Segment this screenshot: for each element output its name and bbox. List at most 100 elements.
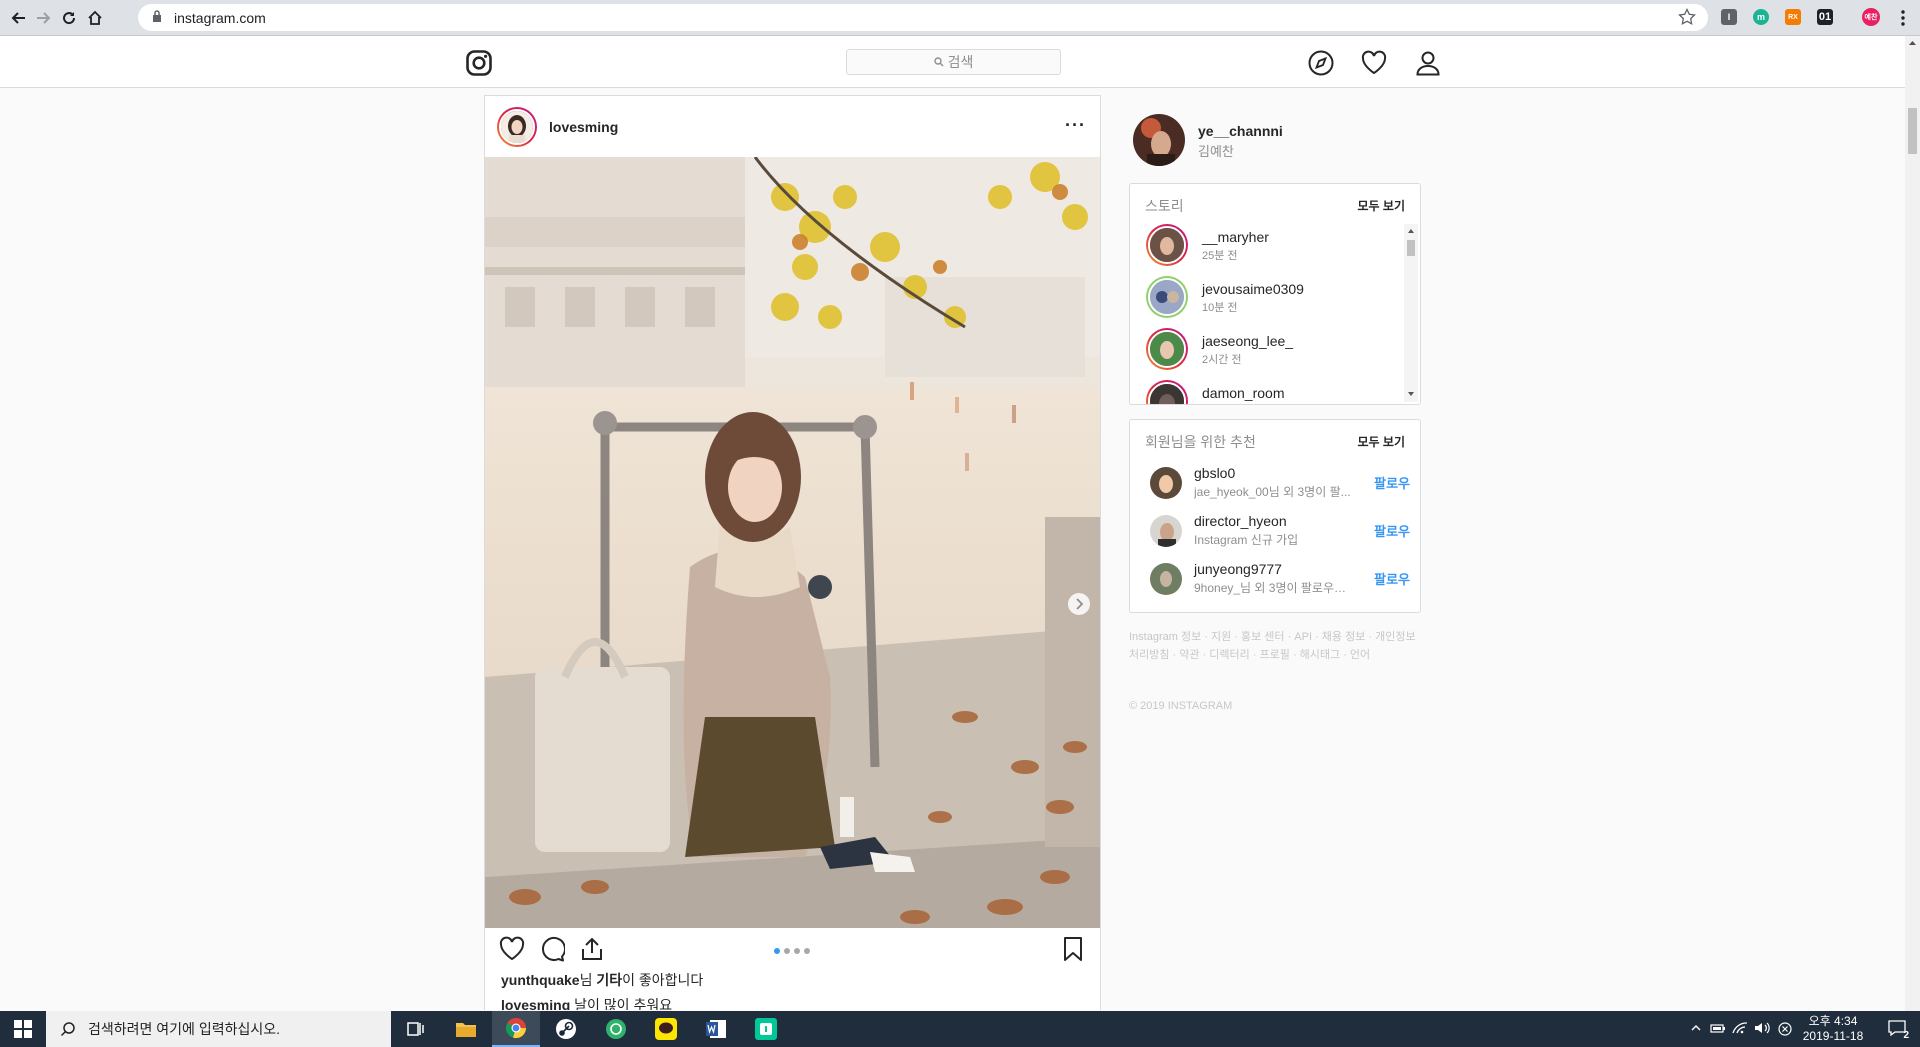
story-avatar [1146,380,1188,404]
story-avatar [1146,328,1188,370]
chevron-up-icon[interactable] [1690,1022,1702,1034]
back-button[interactable] [8,7,30,29]
post-author-username[interactable]: lovesming [549,119,618,135]
suggestion-item: gbslo0 jae_hyeok_00님 외 3명이 팔... 팔로우 [1150,465,1410,501]
battery-icon[interactable] [1710,1022,1726,1034]
search-placeholder: 검색 [947,54,974,70]
wifi-icon[interactable] [1732,1021,1748,1035]
story-time: 2시간 전 [1202,354,1242,366]
caption-text: 날이 많이 추워요 [570,997,673,1010]
likes-summary: yunthquake님 기타이 좋아합니다 [501,970,703,990]
browser-menu-button[interactable] [1892,7,1914,29]
carousel-dot [794,948,800,954]
notification-count: 2 [1903,1030,1909,1041]
caption-username[interactable]: lovesming [501,997,570,1010]
line-app-icon[interactable] [742,1011,790,1047]
story-time: 25분 전 [1202,250,1238,262]
profile-avatar-icon[interactable]: 예찬 [1862,8,1880,26]
more-options-icon[interactable]: ··· [1065,115,1086,136]
likes-tail-text: 이 좋아합니다 [622,972,704,988]
like-heart-icon[interactable] [499,936,525,962]
feed-post: lovesming ··· yunthquake님 기타이 좋아합니다 love… [484,95,1101,1010]
carousel-dot [784,948,790,954]
task-view-icon[interactable] [392,1011,440,1047]
follow-button[interactable]: 팔로우 [1374,569,1410,588]
start-button[interactable] [0,1011,46,1047]
taskbar-clock[interactable]: 오후 4:34 2019-11-18 [1798,1014,1868,1044]
share-upload-icon[interactable] [579,936,605,962]
page-scrollbar[interactable] [1905,36,1920,1011]
suggestion-username[interactable]: gbslo0 [1194,465,1235,481]
suggestion-subtitle: Instagram 신규 가입 [1194,533,1299,547]
chrome-icon[interactable] [492,1011,540,1047]
activity-heart-icon[interactable] [1361,50,1387,76]
reload-button[interactable] [58,7,80,29]
story-username: jaeseong_lee_ [1202,333,1294,349]
input-method-icon[interactable] [1778,1022,1792,1036]
suggestion-avatar[interactable] [1150,563,1182,595]
scroll-up-arrow-icon[interactable] [1905,36,1920,50]
stories-scrollbar[interactable] [1404,224,1418,402]
instagram-logo-icon[interactable] [466,50,492,76]
follow-button[interactable]: 팔로우 [1374,521,1410,540]
story-item[interactable]: damon_room [1146,380,1396,404]
notification-center-button[interactable]: 2 [1888,1019,1910,1041]
story-item[interactable]: jevousaime0309 10분 전 [1146,276,1396,320]
story-item[interactable]: __maryher 25분 전 [1146,224,1396,268]
suggestion-item: director_hyeon Instagram 신규 가입 팔로우 [1150,513,1410,549]
comment-bubble-icon[interactable] [539,936,565,962]
current-user-avatar[interactable] [1133,114,1185,166]
suggestion-avatar[interactable] [1150,515,1182,547]
rx-ext-icon[interactable]: RX [1785,9,1801,25]
stories-panel: 스토리 모두 보기 __maryher 25분 전 jevousaime0309… [1129,183,1421,405]
footer-links[interactable]: Instagram 정보 · 지원 · 홍보 센터 · API · 채용 정보 … [1129,628,1421,664]
green-app-icon[interactable] [592,1011,640,1047]
volume-icon[interactable] [1754,1021,1770,1035]
post-actions [485,930,1100,970]
post-header: lovesming ··· [485,96,1100,157]
m-ext-icon[interactable]: m [1753,9,1769,25]
post-author-avatar[interactable] [497,107,537,147]
suggestion-subtitle: 9honey_님 외 3명이 팔로우합... [1194,581,1354,595]
stories-see-all-link[interactable]: 모두 보기 [1358,197,1406,214]
likes-user-link[interactable]: yunthquake [501,972,580,988]
suggestion-avatar[interactable] [1150,467,1182,499]
suggestions-title: 회원님을 위한 추천 [1145,434,1256,450]
lock-icon [153,10,161,22]
carousel-next-button[interactable] [1068,593,1090,615]
save-bookmark-icon[interactable] [1062,936,1084,962]
story-item[interactable]: jaeseong_lee_ 2시간 전 [1146,328,1396,372]
suggestion-username[interactable]: junyeong9777 [1194,561,1282,577]
taskbar-search-input[interactable]: 검색하려면 여기에 입력하십시오. [46,1011,391,1047]
likes-others-link[interactable]: 기타 [596,972,622,988]
story-username: damon_room [1202,385,1285,401]
explore-compass-icon[interactable] [1308,50,1334,76]
profile-person-icon[interactable] [1415,50,1441,76]
follow-button[interactable]: 팔로우 [1374,473,1410,492]
home-button[interactable] [84,7,106,29]
carousel-dot-active [774,948,780,954]
taskbar-search-placeholder: 검색하려면 여기에 입력하십시오. [88,1021,280,1037]
suggestion-subtitle: jae_hyeok_00님 외 3명이 팔... [1194,485,1351,499]
word-icon[interactable] [692,1011,740,1047]
search-input[interactable]: 검색 [846,49,1061,75]
steam-icon[interactable] [542,1011,590,1047]
post-photo[interactable] [485,157,1100,928]
suggestions-see-all-link[interactable]: 모두 보기 [1358,433,1406,450]
current-user-card: ye__channni 김예찬 [1133,114,1423,166]
i-ext-icon[interactable]: I [1721,9,1737,25]
kakaotalk-icon[interactable] [642,1011,690,1047]
file-explorer-icon[interactable] [442,1011,490,1047]
kebab-menu-icon [1901,10,1905,26]
current-user-username[interactable]: ye__channni [1198,123,1283,139]
01-ext-icon[interactable]: 01 [1817,9,1833,25]
page-scrollbar-thumb[interactable] [1908,108,1917,154]
bookmark-star-icon[interactable] [1678,8,1696,26]
address-bar[interactable]: instagram.com [138,4,1708,31]
suggestions-panel: 회원님을 위한 추천 모두 보기 gbslo0 jae_hyeok_00님 외 … [1129,419,1421,613]
post-image [485,157,1100,928]
forward-button[interactable] [32,7,54,29]
suggestion-username[interactable]: director_hyeon [1194,513,1287,529]
reload-icon [63,12,76,25]
instagram-header: 검색 [0,36,1905,88]
